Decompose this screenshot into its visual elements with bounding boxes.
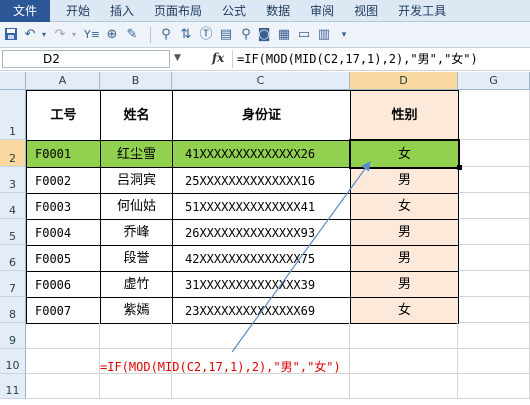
formula-annotation: =IF(MOD(MID(C2,17,1),2),"男","女") <box>100 360 341 374</box>
annotation-arrow <box>231 161 371 353</box>
